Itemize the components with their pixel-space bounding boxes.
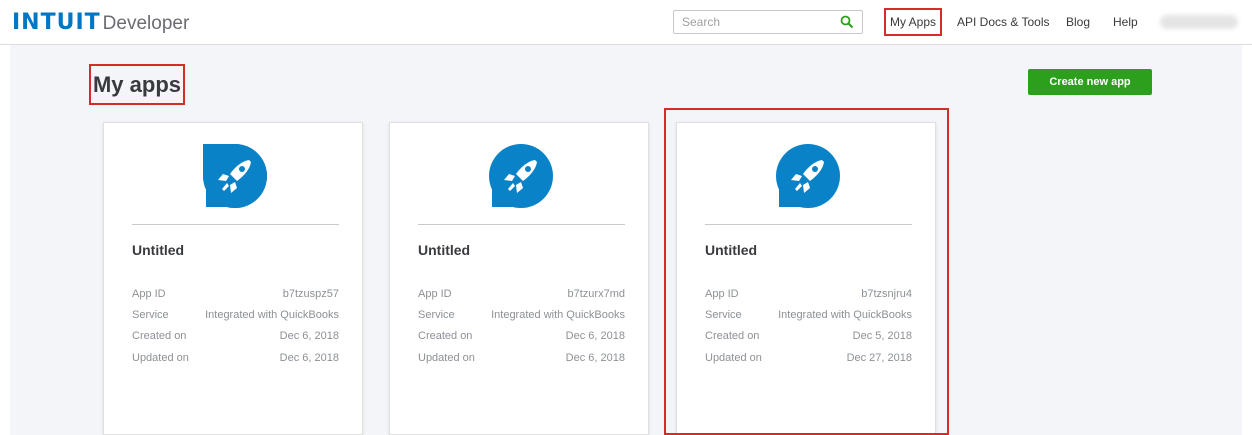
- search-input[interactable]: [674, 11, 834, 33]
- app-title[interactable]: Untitled: [705, 242, 757, 258]
- nav-api-docs[interactable]: API Docs & Tools: [957, 15, 1049, 29]
- field-value: Integrated with QuickBooks: [205, 309, 339, 321]
- field-label: Updated on: [418, 352, 475, 364]
- card-divider: [418, 224, 625, 225]
- nav-help[interactable]: Help: [1113, 15, 1138, 29]
- field-row-updated: Updated on Dec 6, 2018: [132, 352, 339, 364]
- field-value: Dec 5, 2018: [852, 330, 912, 342]
- user-account-menu[interactable]: [1160, 15, 1238, 29]
- field-label: Updated on: [132, 352, 189, 364]
- field-label: Updated on: [705, 352, 762, 364]
- create-new-app-button[interactable]: Create new app: [1028, 69, 1152, 95]
- logo-brand: INTUIT: [12, 10, 101, 35]
- field-label: App ID: [418, 288, 452, 300]
- page-title: My apps: [92, 71, 182, 97]
- field-row-service: Service Integrated with QuickBooks: [418, 309, 625, 321]
- card-divider: [705, 224, 912, 225]
- field-label: Service: [705, 309, 742, 321]
- field-value: b7tzsnjru4: [861, 288, 912, 300]
- field-value: Dec 6, 2018: [279, 352, 339, 364]
- top-nav-bar: INTUIT Developer My Apps API Docs & Tool…: [0, 0, 1252, 45]
- field-row-created: Created on Dec 6, 2018: [418, 330, 625, 342]
- field-value: Integrated with QuickBooks: [778, 309, 912, 321]
- field-value: Dec 27, 2018: [846, 352, 912, 364]
- field-row-app-id: App ID b7tzurx7md: [418, 288, 625, 300]
- field-value: Integrated with QuickBooks: [491, 309, 625, 321]
- field-label: Service: [132, 309, 169, 321]
- search-box[interactable]: [673, 10, 863, 34]
- rocket-icon: [488, 143, 554, 209]
- app-title[interactable]: Untitled: [132, 242, 184, 258]
- field-row-service: Service Integrated with QuickBooks: [705, 309, 912, 321]
- logo-product: Developer: [102, 13, 190, 34]
- field-row-app-id: App ID b7tzsnjru4: [705, 288, 912, 300]
- app-title[interactable]: Untitled: [418, 242, 470, 258]
- field-value: Dec 6, 2018: [565, 330, 625, 342]
- field-value: b7tzuspz57: [282, 288, 339, 300]
- field-row-updated: Updated on Dec 27, 2018: [705, 352, 912, 364]
- field-row-updated: Updated on Dec 6, 2018: [418, 352, 625, 364]
- field-label: App ID: [705, 288, 739, 300]
- field-row-created: Created on Dec 6, 2018: [132, 330, 339, 342]
- field-value: b7tzurx7md: [567, 288, 625, 300]
- app-card[interactable]: Untitled App ID b7tzsnjru4 Service Integ…: [676, 122, 936, 435]
- field-label: Service: [418, 309, 455, 321]
- field-row-service: Service Integrated with QuickBooks: [132, 309, 339, 321]
- intuit-developer-logo[interactable]: INTUIT Developer: [12, 10, 189, 36]
- page-title-box: My apps: [89, 64, 185, 105]
- field-row-app-id: App ID b7tzuspz57: [132, 288, 339, 300]
- card-divider: [132, 224, 339, 225]
- rocket-icon: [202, 143, 268, 209]
- field-label: App ID: [132, 288, 166, 300]
- field-label: Created on: [418, 330, 473, 342]
- field-value: Dec 6, 2018: [565, 352, 625, 364]
- nav-my-apps-label: My Apps: [889, 15, 937, 29]
- field-row-created: Created on Dec 5, 2018: [705, 330, 912, 342]
- search-icon[interactable]: [840, 15, 854, 29]
- nav-blog[interactable]: Blog: [1066, 15, 1090, 29]
- app-card[interactable]: Untitled App ID b7tzuspz57 Service Integ…: [103, 122, 363, 435]
- field-value: Dec 6, 2018: [279, 330, 339, 342]
- field-label: Created on: [132, 330, 187, 342]
- nav-my-apps[interactable]: My Apps: [884, 8, 942, 36]
- field-label: Created on: [705, 330, 760, 342]
- rocket-icon: [775, 143, 841, 209]
- app-card[interactable]: Untitled App ID b7tzurx7md Service Integ…: [389, 122, 649, 435]
